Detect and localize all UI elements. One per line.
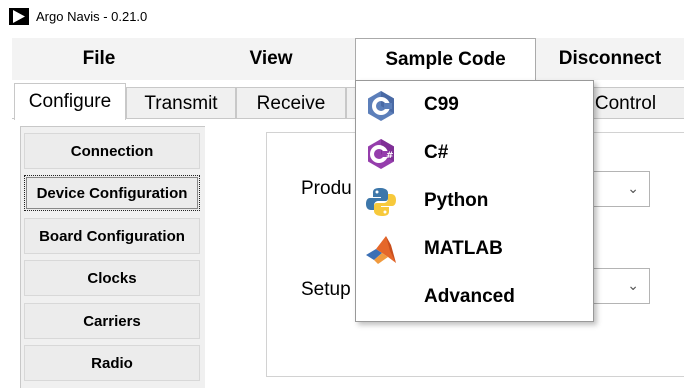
chevron-down-icon: ⌄ [627, 277, 639, 293]
csharp-icon: # [364, 137, 398, 171]
menu-item-label: C# [424, 142, 449, 163]
menu-file[interactable]: File [12, 38, 186, 80]
svg-text:#: # [386, 151, 394, 161]
app-logo-icon [9, 8, 29, 25]
menu-item-label: Python [424, 190, 489, 211]
sidebar-item-carriers[interactable]: Carriers [24, 303, 200, 339]
menu-item-label: Advanced [424, 286, 515, 307]
sidebar-item-board-configuration[interactable]: Board Configuration [24, 218, 200, 254]
menu-sample-code[interactable]: Sample Code [355, 38, 536, 80]
menu-item-python[interactable]: Python [356, 177, 593, 225]
menu-bar: File View Sample Code Disconnect [12, 38, 684, 80]
tab-receive[interactable]: Receive [236, 87, 346, 119]
menu-view[interactable]: View [186, 38, 356, 80]
python-icon [364, 185, 398, 219]
product-label: Produ [301, 178, 352, 199]
sidebar-item-connection[interactable]: Connection [24, 133, 200, 169]
sample-code-menu: C99 # C# Python MATLAB Advanced [355, 80, 594, 322]
c-language-icon [364, 89, 398, 123]
menu-item-matlab[interactable]: MATLAB [356, 225, 593, 273]
menu-item-c99[interactable]: C99 [356, 81, 593, 129]
setup-label: Setup [301, 279, 351, 300]
sidebar-item-device-configuration[interactable]: Device Configuration [24, 175, 200, 211]
menu-disconnect[interactable]: Disconnect [536, 38, 684, 80]
matlab-icon [364, 233, 398, 267]
menu-item-csharp[interactable]: # C# [356, 129, 593, 177]
title-bar: Argo Navis - 0.21.0 [0, 0, 684, 34]
sidebar: Connection Device Configuration Board Co… [20, 126, 205, 388]
sidebar-item-radio[interactable]: Radio [24, 345, 200, 381]
tab-transmit[interactable]: Transmit [126, 87, 236, 119]
tab-configure[interactable]: Configure [14, 83, 126, 120]
menu-item-label: C99 [424, 94, 459, 115]
menu-item-label: MATLAB [424, 238, 503, 259]
menu-item-advanced[interactable]: Advanced [356, 273, 593, 321]
window-title: Argo Navis - 0.21.0 [36, 9, 148, 24]
chevron-down-icon: ⌄ [627, 180, 639, 196]
sidebar-item-clocks[interactable]: Clocks [24, 260, 200, 296]
